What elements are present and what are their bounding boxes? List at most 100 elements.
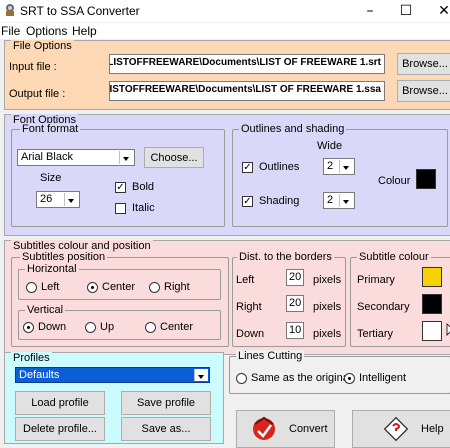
wide-label: Wide xyxy=(317,140,343,152)
size-label: Size xyxy=(40,172,62,184)
borders-group: Dist. to the borders Left 20 pixels Righ… xyxy=(232,251,346,347)
horizontal-legend: Horizontal xyxy=(25,263,79,275)
intelligent-label: Intelligent xyxy=(359,372,407,384)
outlines-checkbox[interactable]: ✓ xyxy=(242,162,253,173)
right-distance-label: Right xyxy=(236,301,262,313)
right-pixels-label: pixels xyxy=(313,301,342,313)
convert-label: Convert xyxy=(289,423,328,435)
help-icon xyxy=(383,416,409,442)
colour-label: Colour xyxy=(378,175,411,187)
subtitles-position-group: Subtitles position Horizontal Left Cente… xyxy=(11,251,229,347)
primary-colour-swatch[interactable] xyxy=(422,267,442,287)
save-as-button[interactable]: Save as... xyxy=(121,417,211,441)
horizontal-group: Horizontal Left Center Right xyxy=(18,263,221,300)
font-format-legend: Font format xyxy=(20,123,81,135)
menu-file[interactable]: File xyxy=(1,24,20,38)
delete-profile-button[interactable]: Delete profile... xyxy=(15,417,105,441)
outline-colour-swatch[interactable] xyxy=(416,169,436,189)
app-icon xyxy=(6,4,14,16)
left-pixels-label: pixels xyxy=(313,274,342,286)
input-file-field[interactable]: C:\Users\LISTOFFREEWARE\Documents\LIST O… xyxy=(109,54,385,74)
convert-button[interactable]: Convert xyxy=(236,410,335,448)
down-distance-label: Down xyxy=(236,328,265,340)
tertiary-colour-swatch[interactable] xyxy=(422,321,442,341)
file-options-legend: File Options xyxy=(11,40,74,52)
italic-label: Italic xyxy=(132,202,155,214)
input-file-label: Input file : xyxy=(9,61,57,73)
subtitles-panel: Subtitles colour and position Subtitles … xyxy=(4,240,450,355)
minimize-button[interactable]: – xyxy=(350,0,390,22)
outlines-group: Outlines and shading Wide ✓ Outlines 2 C… xyxy=(232,123,448,227)
subtitle-colour-legend: Subtitle colour xyxy=(357,251,431,263)
profile-select-value: Defaults xyxy=(19,369,60,381)
file-options-panel: File Options Input file : C:\Users\LISTO… xyxy=(4,40,450,110)
help-label: Help xyxy=(421,423,444,435)
left-distance-input[interactable]: 20 xyxy=(286,269,304,286)
v-down-radio[interactable] xyxy=(23,322,34,333)
shading-width-select[interactable]: 2 xyxy=(323,192,355,209)
down-distance-input[interactable]: 10 xyxy=(286,322,304,339)
v-center-label: Center xyxy=(160,321,194,333)
chevron-down-icon xyxy=(339,160,353,173)
window-title: SRT to SSA Converter xyxy=(20,4,140,18)
menu-options[interactable]: Options xyxy=(26,24,67,38)
secondary-label: Secondary xyxy=(357,301,410,313)
bold-checkbox[interactable]: ✓ xyxy=(115,182,126,193)
v-up-label: Up xyxy=(100,321,115,333)
h-center-radio[interactable] xyxy=(87,282,98,293)
h-right-radio[interactable] xyxy=(149,282,160,293)
vertical-group: Vertical Down Up Center xyxy=(18,304,221,340)
chevron-down-icon xyxy=(119,151,133,164)
help-button[interactable]: Help xyxy=(352,410,450,448)
left-distance-label: Left xyxy=(236,274,255,286)
title-bar: SRT to SSA Converter – ☐ ✕ xyxy=(0,0,450,22)
maximize-button[interactable]: ☐ xyxy=(386,0,426,22)
right-distance-input[interactable]: 20 xyxy=(286,295,304,312)
menu-help[interactable]: Help xyxy=(72,24,97,38)
choose-font-button[interactable]: Choose... xyxy=(144,147,204,168)
font-format-group: Font format Arial Black Choose... Size 2… xyxy=(11,123,225,227)
font-select[interactable]: Arial Black xyxy=(17,149,135,166)
browse-input-button[interactable]: Browse... xyxy=(397,53,450,75)
shading-checkbox[interactable]: ✓ xyxy=(242,196,253,207)
italic-checkbox[interactable] xyxy=(115,203,126,214)
v-up-radio[interactable] xyxy=(85,322,96,333)
position-legend: Subtitles position xyxy=(20,251,108,263)
size-select-value: 26 xyxy=(40,193,53,205)
browse-output-button[interactable]: Browse... xyxy=(397,80,450,102)
output-file-label: Output file : xyxy=(9,88,66,100)
tertiary-label: Tertiary xyxy=(357,328,394,340)
bold-label: Bold xyxy=(132,181,155,193)
shading-width-value: 2 xyxy=(327,194,334,206)
outlines-width-select[interactable]: 2 xyxy=(323,158,355,175)
chevron-down-icon xyxy=(64,193,78,206)
v-center-radio[interactable] xyxy=(145,322,156,333)
output-file-field[interactable]: C:\Users\LISTOFFREEWARE\Documents\LIST O… xyxy=(109,81,385,101)
outlines-legend: Outlines and shading xyxy=(239,123,347,135)
subtitle-colour-group: Subtitle colour Primary Secondary Tertia… xyxy=(350,251,450,347)
chevron-down-icon xyxy=(339,194,353,207)
borders-legend: Dist. to the borders xyxy=(237,251,334,263)
close-button[interactable]: ✕ xyxy=(424,0,450,22)
profiles-panel: Profiles Defaults Load profile Save prof… xyxy=(4,352,224,444)
h-right-label: Right xyxy=(164,281,190,293)
primary-label: Primary xyxy=(357,274,395,286)
vertical-legend: Vertical xyxy=(25,304,66,316)
size-select[interactable]: 26 xyxy=(36,191,80,208)
h-left-label: Left xyxy=(41,281,60,293)
same-as-original-radio[interactable] xyxy=(236,373,247,384)
font-select-value: Arial Black xyxy=(21,151,73,163)
profile-select[interactable]: Defaults xyxy=(15,367,210,383)
menu-bar: File Options Help xyxy=(0,23,450,39)
save-profile-button[interactable]: Save profile xyxy=(121,391,211,415)
font-options-panel: Font Options Font format Arial Black Cho… xyxy=(4,114,450,236)
h-left-radio[interactable] xyxy=(26,282,37,293)
shading-label: Shading xyxy=(259,195,300,207)
lines-cutting-legend: Lines Cutting xyxy=(236,350,305,362)
same-as-original-label: Same as the original xyxy=(251,372,346,384)
outlines-width-value: 2 xyxy=(327,160,334,172)
intelligent-radio[interactable] xyxy=(344,373,355,384)
secondary-colour-swatch[interactable] xyxy=(422,294,442,314)
profiles-legend: Profiles xyxy=(11,352,52,364)
load-profile-button[interactable]: Load profile xyxy=(15,391,105,415)
